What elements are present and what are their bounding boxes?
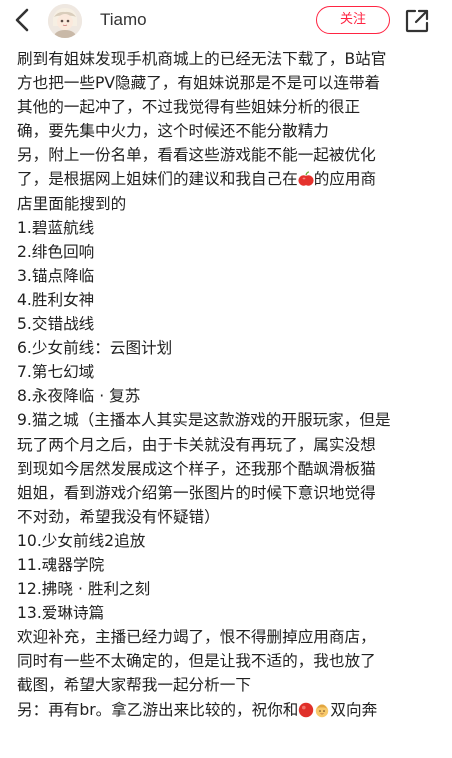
- follow-button[interactable]: 关注: [316, 6, 390, 34]
- list-item: 4.胜利女神: [17, 290, 95, 309]
- post-line-text: 了，是根据网上姐妹们的建议和我自己在: [17, 170, 298, 189]
- red-circle-emoji-icon: [299, 702, 314, 717]
- post-line: 方也把一些PV隐藏了，有姐妹说那是不是可以连带着: [17, 74, 381, 93]
- post-line-text: 另：再有br。拿乙游出来比较的，祝你和: [17, 700, 299, 719]
- post-line-text: 的应用商: [313, 170, 377, 189]
- post-body: 刷到有姐妹发现手机商城上的已经无法下载了，B站官 方也把一些PV隐藏了，有姐妹说…: [17, 47, 445, 722]
- post-line: 另，附上一份名单，看看这些游戏能不能一起被优化: [17, 146, 376, 165]
- list-item: 5.交错战线: [17, 315, 95, 334]
- list-item: 1.碧蓝航线: [17, 218, 95, 237]
- back-arrow-icon[interactable]: [10, 7, 36, 33]
- list-item: 7.第七幻域: [17, 363, 95, 382]
- list-item: 11.魂器学院: [17, 555, 105, 574]
- list-item: 3.锚点降临: [17, 266, 95, 285]
- baby-emoji-icon: [316, 703, 329, 717]
- apple-emoji-icon: [298, 171, 314, 187]
- post-line: 截图，希望大家帮我一起分析一下: [17, 676, 251, 695]
- post-line: 确，要先集中火力，这个时候还不能分散精力: [17, 122, 329, 141]
- post-line: 欢迎补充，主播已经力竭了，恨不得删掉应用商店，: [17, 628, 376, 647]
- list-item: 8.永夜降临 · 复苏: [17, 387, 141, 406]
- post-line: 姐姐，看到游戏介绍第一张图片的时候下意识地觉得: [17, 483, 376, 502]
- post-line-text: 双向奔: [330, 700, 378, 719]
- post-line: 到现如今居然发展成这个样子，还我那个酷飒滑板猫: [17, 459, 376, 478]
- username[interactable]: Tiamo: [100, 10, 147, 30]
- list-item: 10.少女前线2追放: [17, 531, 146, 550]
- list-item: 13.爱琳诗篇: [17, 604, 105, 623]
- post-line: 不对劲，希望我没有怀疑错）: [17, 507, 220, 526]
- avatar-image-icon: [48, 4, 82, 38]
- post-line: 店里面能搜到的: [17, 194, 127, 213]
- avatar[interactable]: [48, 4, 82, 38]
- share-icon[interactable]: [404, 8, 430, 34]
- post-line: 其他的一起冲了，不过我觉得有些姐妹分析的很正: [17, 98, 361, 117]
- list-item: 2.绯色回响: [17, 242, 95, 261]
- post-line: 玩了两个月之后，由于卡关就没有再玩了，属实没想: [17, 435, 376, 454]
- list-item: 9.猫之城（主播本人其实是这款游戏的开服玩家，但是: [17, 411, 391, 430]
- list-item: 6.少女前线：云图计划: [17, 339, 173, 358]
- post-line: 另：再有br。拿乙游出来比较的，祝你和 双向奔: [17, 698, 445, 722]
- post-line: 刷到有姐妹发现手机商城上的已经无法下载了，B站官: [17, 50, 387, 68]
- post-line: 同时有一些不太确定的，但是让我不适的，我也放了: [17, 652, 376, 671]
- list-item: 12.拂晓 · 胜利之刻: [17, 580, 151, 599]
- post-line: 了，是根据网上姐妹们的建议和我自己在 的应用商: [17, 167, 445, 191]
- post-header: Tiamo 关注: [0, 0, 452, 42]
